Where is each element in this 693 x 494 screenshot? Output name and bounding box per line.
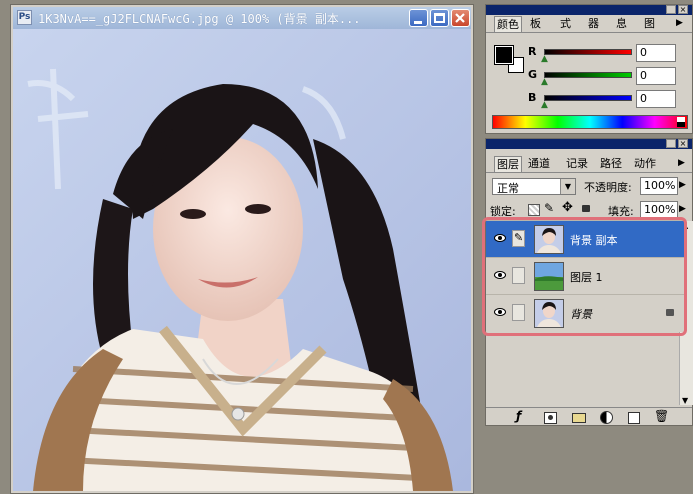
lock-position-move-icon[interactable]: ✥	[562, 200, 573, 215]
annotation-highlight-frame	[482, 217, 687, 336]
tab-paths[interactable]: 路径	[598, 156, 624, 171]
green-slider-track[interactable]	[544, 72, 632, 78]
new-layer-icon[interactable]	[628, 412, 640, 424]
channel-g-label: G	[528, 68, 538, 81]
trash-icon[interactable]: 🗑	[654, 409, 669, 423]
color-panel: × 颜色 板 式 器 息 图 ▶ R ▲ 0 G ▲ 0 B ▲ 0	[485, 4, 693, 134]
blend-mode-value: 正常	[497, 182, 519, 195]
lock-all-icon[interactable]	[582, 205, 590, 212]
scroll-down-icon[interactable]: ▼	[682, 396, 688, 405]
adjustment-layer-icon[interactable]	[600, 411, 613, 424]
color-panel-tabs: 颜色 板 式 器 息 图 ▶	[486, 16, 692, 33]
document-window: Ps 1K3NvA==_gJ2FLCNAFwcG.jpg @ 100% (背景 …	[10, 4, 474, 494]
blue-value-input[interactable]: 0	[636, 90, 676, 108]
layer-mask-icon[interactable]	[544, 412, 557, 424]
close-button[interactable]	[451, 9, 470, 27]
minimize-icon	[414, 21, 422, 24]
blend-mode-select[interactable]: 正常 ▼	[492, 178, 576, 195]
red-slider-track[interactable]	[544, 49, 632, 55]
tab-history[interactable]: 记录	[564, 156, 590, 171]
tab-swatches[interactable]: 板	[528, 16, 543, 31]
color-panel-titlebar[interactable]	[486, 5, 692, 15]
tab-histogram[interactable]: 图	[642, 16, 657, 31]
document-title: 1K3NvA==_gJ2FLCNAFwcG.jpg @ 100% (背景 副本.…	[38, 12, 361, 26]
document-titlebar[interactable]: Ps 1K3NvA==_gJ2FLCNAFwcG.jpg @ 100% (背景 …	[13, 7, 471, 29]
lock-image-brush-icon[interactable]: ✎	[544, 201, 554, 215]
layers-panel-close-button[interactable]: ×	[678, 139, 688, 148]
photoshop-doc-icon: Ps	[17, 10, 32, 25]
panel-minimize-button[interactable]	[666, 5, 676, 14]
fill-slider-arrow-icon[interactable]: ▶	[679, 204, 686, 214]
workspace-background	[485, 426, 693, 494]
tab-layers[interactable]: 图层	[494, 156, 522, 172]
red-value-input[interactable]: 0	[636, 44, 676, 62]
tab-info[interactable]: 息	[614, 16, 629, 31]
tab-styles[interactable]: 式	[558, 16, 573, 31]
maximize-icon	[434, 13, 445, 23]
green-slider-handle-icon[interactable]: ▲	[541, 77, 548, 87]
tab-navigator[interactable]: 器	[586, 16, 601, 31]
layers-panel-minimize-button[interactable]	[666, 139, 676, 148]
foreground-color-swatch[interactable]	[494, 45, 514, 65]
channel-b-label: B	[528, 91, 537, 104]
portrait-photo	[13, 29, 471, 491]
tab-channels[interactable]: 通道	[526, 156, 552, 171]
opacity-label: 不透明度:	[584, 181, 632, 194]
image-canvas[interactable]	[13, 29, 471, 491]
opacity-slider-arrow-icon[interactable]: ▶	[679, 180, 686, 190]
tab-actions[interactable]: 动作	[632, 156, 658, 171]
layers-menu-arrow-icon[interactable]: ▶	[678, 158, 685, 168]
layers-panel-titlebar[interactable]	[486, 139, 692, 149]
new-group-folder-icon[interactable]	[572, 413, 586, 423]
opacity-input[interactable]: 100%	[640, 177, 678, 195]
minimize-button[interactable]	[409, 9, 428, 27]
maximize-button[interactable]	[430, 9, 449, 27]
tab-color[interactable]: 颜色	[494, 16, 522, 32]
green-value-input[interactable]: 0	[636, 67, 676, 85]
layers-panel-tabs: 图层 通道 记录 路径 动作 ▶	[486, 156, 692, 173]
lock-transparency-icon[interactable]	[528, 204, 540, 216]
panel-close-button[interactable]: ×	[678, 5, 688, 14]
chevron-down-icon: ▼	[560, 179, 575, 194]
layer-style-icon[interactable]: ƒ	[516, 409, 521, 423]
red-slider-handle-icon[interactable]: ▲	[541, 54, 548, 64]
layers-bottom-toolbar: ƒ 🗑	[486, 407, 692, 426]
blue-slider-handle-icon[interactable]: ▲	[541, 100, 548, 110]
blue-slider-track[interactable]	[544, 95, 632, 101]
color-ramp[interactable]	[492, 115, 688, 129]
panel-menu-arrow-icon[interactable]: ▶	[676, 18, 683, 28]
ramp-black-swatch[interactable]	[677, 122, 685, 127]
close-icon	[455, 13, 465, 23]
channel-r-label: R	[528, 45, 537, 58]
